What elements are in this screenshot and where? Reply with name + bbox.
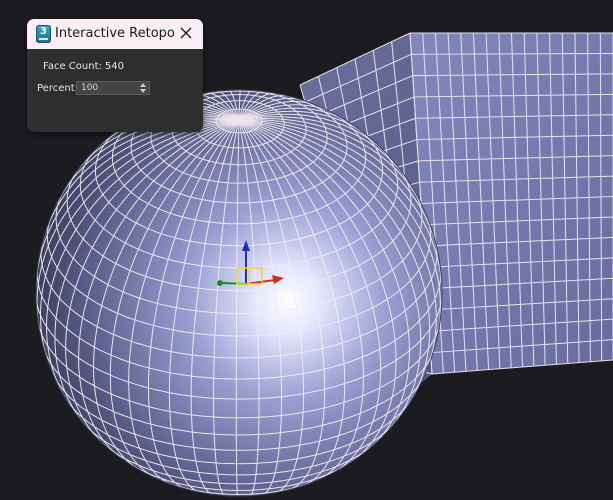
face-count-readout: Face Count: 540 xyxy=(43,61,124,72)
percent-input[interactable] xyxy=(79,82,139,94)
3d-viewport[interactable]: 3 Interactive Retopo Face Count: 540 Perc… xyxy=(0,0,613,500)
panel-titlebar[interactable]: 3 Interactive Retopo xyxy=(27,19,203,49)
face-count-label: Face Count: xyxy=(43,61,102,72)
interactive-retopo-panel[interactable]: 3 Interactive Retopo Face Count: 540 Perc… xyxy=(27,19,203,132)
app-logo-icon: 3 xyxy=(36,25,51,43)
face-count-value: 540 xyxy=(104,61,124,72)
percent-label: Percent: xyxy=(37,83,78,94)
close-icon xyxy=(180,27,192,39)
close-button[interactable] xyxy=(178,25,194,41)
panel-title: Interactive Retopo xyxy=(55,26,175,41)
app-logo-bar xyxy=(39,38,48,40)
spin-up-icon[interactable] xyxy=(140,83,146,87)
sphere-mesh[interactable] xyxy=(35,89,443,497)
gizmo-y-axis-handle[interactable] xyxy=(217,280,223,286)
percent-spinbox[interactable] xyxy=(76,81,150,95)
spin-down-icon[interactable] xyxy=(140,89,146,93)
percent-spinner[interactable] xyxy=(138,82,148,94)
app-logo-label: 3 xyxy=(40,26,47,37)
